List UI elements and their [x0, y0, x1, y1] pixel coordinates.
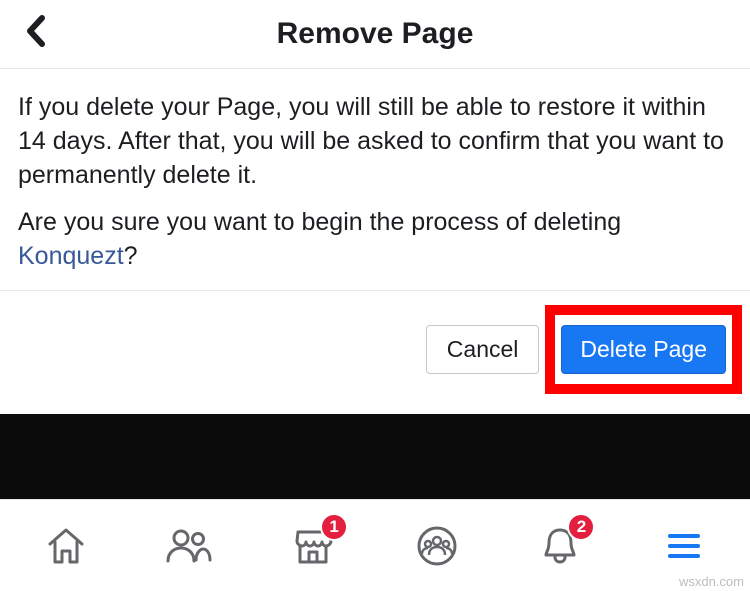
groups-icon: [415, 524, 459, 568]
marketplace-badge: 1: [320, 513, 348, 541]
nav-home[interactable]: [39, 519, 93, 573]
torn-edge-decoration: [0, 414, 750, 504]
page-name-link[interactable]: Konquezt: [18, 242, 124, 270]
menu-icon: [664, 526, 704, 566]
confirm-prefix: Are you sure you want to begin the proce…: [18, 208, 621, 236]
friends-icon: [165, 524, 213, 568]
content-area: If you delete your Page, you will still …: [0, 68, 750, 290]
nav-menu[interactable]: [657, 519, 711, 573]
delete-page-button[interactable]: Delete Page: [561, 325, 726, 374]
highlight-annotation: Delete Page: [545, 305, 742, 394]
nav-groups[interactable]: [410, 519, 464, 573]
watermark: wsxdn.com: [679, 574, 744, 589]
nav-notifications[interactable]: 2: [533, 519, 587, 573]
home-icon: [44, 524, 88, 568]
page-title: Remove Page: [277, 17, 474, 51]
notifications-badge: 2: [567, 513, 595, 541]
back-icon[interactable]: [24, 14, 48, 54]
cancel-button[interactable]: Cancel: [426, 325, 540, 374]
nav-marketplace[interactable]: 1: [286, 519, 340, 573]
nav-friends[interactable]: [162, 519, 216, 573]
confirm-paragraph: Are you sure you want to begin the proce…: [18, 206, 732, 274]
info-paragraph: If you delete your Page, you will still …: [18, 91, 732, 192]
confirm-suffix: ?: [124, 242, 138, 270]
page-header: Remove Page: [0, 0, 750, 68]
bottom-tab-bar: 1 2: [0, 499, 750, 591]
action-bar: Cancel Delete Page: [0, 290, 750, 414]
